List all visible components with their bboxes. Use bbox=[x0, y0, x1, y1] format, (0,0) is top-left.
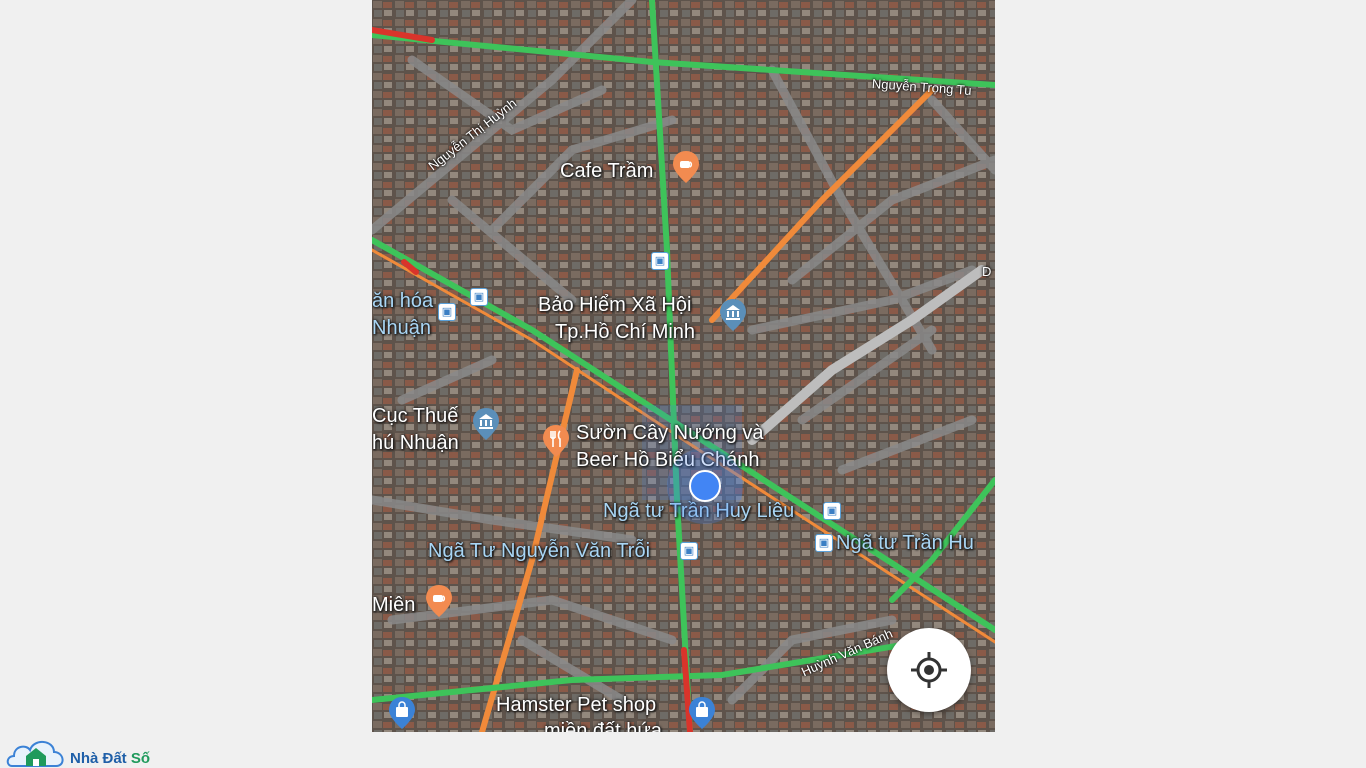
current-location-dot bbox=[689, 470, 721, 502]
place-bao-hiem-line2: Tp.Hồ Chí Minh bbox=[555, 321, 696, 343]
my-location-icon bbox=[911, 652, 947, 688]
brand-name: Nhà Đất bbox=[70, 750, 127, 767]
place-mien[interactable]: Miên bbox=[372, 594, 415, 616]
museum-icon[interactable] bbox=[719, 298, 747, 332]
bus-icon[interactable]: ▣ bbox=[680, 542, 698, 560]
place-bao-hiem[interactable]: Bảo Hiểm Xã Hội bbox=[538, 294, 691, 316]
shopping-bag-icon[interactable] bbox=[388, 696, 416, 730]
transit-stop-nguyen-van-troi[interactable]: Ngã Tư Nguyễn Văn Trỗi bbox=[428, 540, 650, 562]
bus-icon[interactable]: ▣ bbox=[470, 288, 488, 306]
transit-stop-tran-huy-lieu[interactable]: Ngã tư Trần Huy Liệu bbox=[603, 500, 794, 522]
museum-icon[interactable] bbox=[472, 407, 500, 441]
street-label-edge-d: D bbox=[982, 264, 992, 279]
place-hamster[interactable]: Hamster Pet shop bbox=[496, 694, 656, 716]
satellite-base bbox=[372, 0, 995, 732]
house-cloud-icon bbox=[6, 741, 64, 767]
place-suon-cay-line2: Beer Hồ Biểu Chánh bbox=[576, 449, 760, 471]
coffee-icon[interactable] bbox=[425, 584, 453, 618]
place-suon-cay[interactable]: Sườn Cây Nướng và bbox=[576, 422, 764, 444]
place-cuc-thue[interactable]: Cục Thuế bbox=[372, 405, 458, 427]
place-cafe-tram[interactable]: Cafe Trầm bbox=[560, 160, 653, 182]
place-hamster-line2: miền đất hứa bbox=[544, 720, 662, 732]
coffee-icon[interactable] bbox=[672, 150, 700, 184]
bus-icon[interactable]: ▣ bbox=[823, 502, 841, 520]
my-location-button[interactable] bbox=[887, 628, 971, 712]
place-van-hoa[interactable]: ăn hóa bbox=[372, 290, 433, 312]
place-cuc-thue-line2: hú Nhuận bbox=[372, 432, 459, 454]
place-van-hoa-line2: Nhuận bbox=[372, 317, 431, 339]
map-view[interactable]: Nguyễn Thị Huỳnh Nguyễn Trọng Tu Huỳnh V… bbox=[372, 0, 995, 732]
bus-icon[interactable]: ▣ bbox=[815, 534, 833, 552]
restaurant-icon[interactable] bbox=[542, 424, 570, 458]
brand-suffix: Số bbox=[130, 750, 151, 767]
shopping-bag-icon[interactable] bbox=[688, 696, 716, 730]
bus-icon[interactable]: ▣ bbox=[651, 252, 669, 270]
brand-logo: Nhà Đất Số bbox=[6, 732, 166, 768]
transit-stop-tran-huy-lieu-2[interactable]: Ngã tư Trần Hu bbox=[836, 532, 974, 554]
bus-icon[interactable]: ▣ bbox=[438, 303, 456, 321]
